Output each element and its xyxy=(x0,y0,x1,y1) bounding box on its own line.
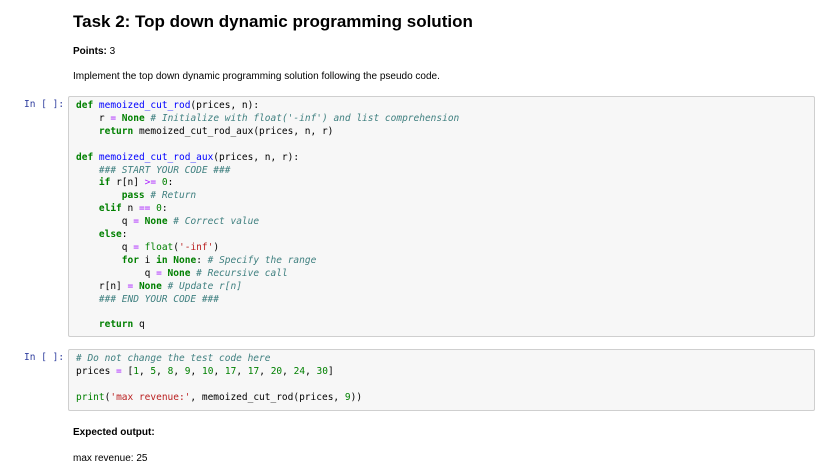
points-value: 3 xyxy=(109,46,116,57)
code-cell-solution[interactable]: def memoized_cut_rod(prices, n): r = Non… xyxy=(68,96,815,337)
code-line: ### END YOUR CODE ### xyxy=(98,293,219,305)
cell-prompt: In [ ]: xyxy=(24,99,65,110)
task-description: Implement the top down dynamic programmi… xyxy=(73,71,440,82)
expected-output-label: Expected output: xyxy=(73,427,155,438)
code-line: r = None # Initialize with float('-inf')… xyxy=(76,112,460,124)
code-line: def memoized_cut_rod_aux(prices, n, r): xyxy=(76,151,300,163)
task-title: Task 2: Top down dynamic programming sol… xyxy=(73,12,473,31)
code-line: prices = [1, 5, 8, 9, 10, 17, 17, 20, 24… xyxy=(76,365,334,377)
code-line: # Do not change the test code here xyxy=(76,353,271,364)
points-label: Points: xyxy=(73,46,107,57)
code-line: print('max revenue:', memoized_cut_rod(p… xyxy=(76,391,363,403)
code-line: r[n] = None # Update r[n] xyxy=(76,280,242,292)
code-editor[interactable]: # Do not change the test code here price… xyxy=(76,353,362,405)
code-line: def memoized_cut_rod(prices, n): xyxy=(76,100,260,111)
code-line: for i in None: # Specify the range xyxy=(121,254,317,266)
code-editor[interactable]: def memoized_cut_rod(prices, n): r = Non… xyxy=(76,100,459,332)
code-line: return q xyxy=(98,319,145,331)
code-line: if r[n] >= 0: xyxy=(98,177,174,189)
code-line: q = float('-inf') xyxy=(76,241,220,253)
code-line: q = None # Correct value xyxy=(76,216,260,228)
expected-output-value: max revenue: 25 xyxy=(73,453,148,464)
code-line: else: xyxy=(98,229,128,241)
code-line: q = None # Recursive call xyxy=(76,267,288,279)
code-line: pass # Return xyxy=(121,190,197,202)
code-cell-test[interactable]: # Do not change the test code here price… xyxy=(68,349,815,411)
cell-prompt: In [ ]: xyxy=(24,352,65,363)
code-line: elif n == 0: xyxy=(98,203,168,215)
points-line: Points: 3 xyxy=(73,46,115,57)
code-line: return memoized_cut_rod_aux(prices, n, r… xyxy=(98,125,334,137)
code-line: ### START YOUR CODE ### xyxy=(98,164,231,176)
